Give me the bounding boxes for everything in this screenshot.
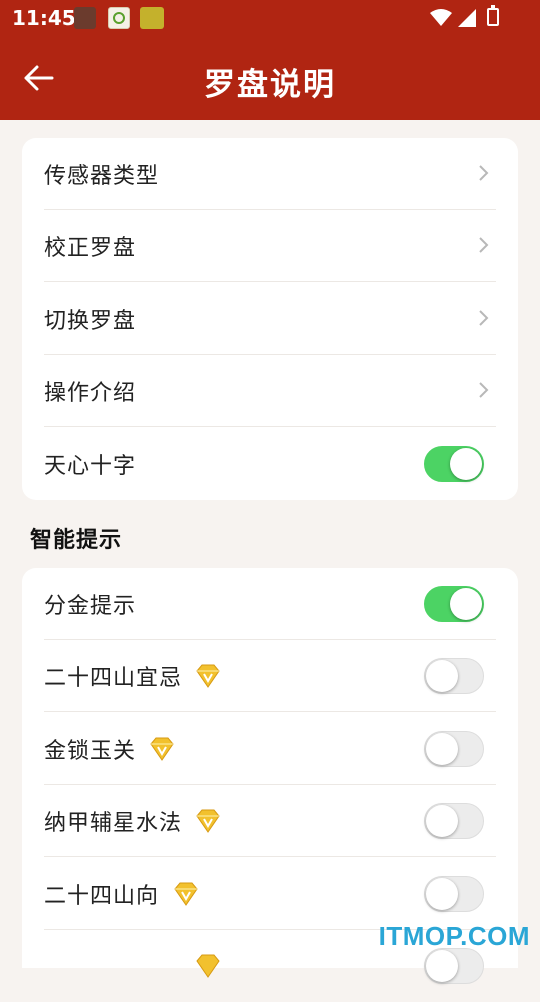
chevron-right-icon	[479, 310, 489, 326]
notification-yk-icon	[108, 7, 130, 29]
settings-item-calibrate-compass[interactable]: 校正罗盘	[44, 210, 496, 282]
settings-item-operation-guide[interactable]: 操作介绍	[44, 355, 496, 427]
status-time: 11:45	[12, 6, 76, 30]
notification-app-icon	[74, 7, 96, 29]
chevron-right-icon	[479, 237, 489, 253]
notification-game-icon	[140, 7, 164, 29]
tip-item-najia-fuxing: 纳甲辅星水法	[44, 785, 496, 857]
crosshair-toggle[interactable]	[424, 446, 484, 482]
vip-diamond-icon	[174, 882, 198, 906]
section-title: 智能提示	[30, 528, 123, 553]
toggle-knob	[426, 805, 458, 837]
vip-diamond-icon	[196, 954, 220, 978]
settings-item-label: 校正罗盘	[44, 236, 137, 261]
tip-item-label: 金锁玉关	[44, 739, 137, 764]
vip-diamond-icon	[196, 664, 220, 688]
24-mountains-direction-toggle[interactable]	[424, 876, 484, 912]
tip-item-label: 纳甲辅星水法	[44, 811, 183, 836]
partial-toggle[interactable]	[424, 948, 484, 984]
fenjin-toggle[interactable]	[424, 586, 484, 622]
settings-item-label: 传感器类型	[44, 164, 160, 189]
toggle-knob	[426, 950, 458, 982]
smart-tips-card: 分金提示 二十四山宜忌 金锁玉关 纳甲辅星水法 二十四山向	[22, 568, 518, 984]
tip-item-24-mountains-yiji: 二十四山宜忌	[44, 640, 496, 712]
jinsuo-yuguan-toggle[interactable]	[424, 731, 484, 767]
settings-item-label: 切换罗盘	[44, 309, 137, 334]
app-bar: 罗盘说明	[0, 36, 540, 120]
page-title: 罗盘说明	[204, 67, 336, 103]
tip-item-fenjin: 分金提示	[44, 568, 496, 640]
toggle-knob	[450, 448, 482, 480]
wifi-icon	[430, 9, 452, 26]
settings-item-crosshair: 天心十字	[44, 428, 496, 500]
settings-item-sensor-type[interactable]: 传感器类型	[44, 138, 496, 210]
signal-icon	[458, 9, 476, 27]
vip-diamond-icon	[150, 737, 174, 761]
settings-item-label: 天心十字	[44, 454, 137, 479]
toggle-knob	[450, 588, 482, 620]
toggle-knob	[426, 878, 458, 910]
toggle-knob	[426, 660, 458, 692]
najia-fuxing-toggle[interactable]	[424, 803, 484, 839]
chevron-right-icon	[479, 382, 489, 398]
tip-item-label: 分金提示	[44, 594, 137, 619]
watermark: ITMOP.COM	[378, 921, 530, 951]
24-mountains-yiji-toggle[interactable]	[424, 658, 484, 694]
settings-card: 传感器类型 校正罗盘 切换罗盘 操作介绍 天心十字	[22, 138, 518, 500]
battery-icon	[487, 5, 499, 26]
settings-item-switch-compass[interactable]: 切换罗盘	[44, 283, 496, 355]
vip-diamond-icon	[196, 809, 220, 833]
status-bar: 11:45	[0, 0, 540, 36]
tip-item-24-mountains-direction: 二十四山向	[44, 858, 496, 930]
toggle-knob	[426, 733, 458, 765]
tip-item-jinsuo-yuguan: 金锁玉关	[44, 713, 496, 785]
settings-item-label: 操作介绍	[44, 381, 137, 406]
tip-item-label: 二十四山向	[44, 884, 160, 909]
chevron-right-icon	[479, 165, 489, 181]
tip-item-label: 二十四山宜忌	[44, 666, 183, 691]
